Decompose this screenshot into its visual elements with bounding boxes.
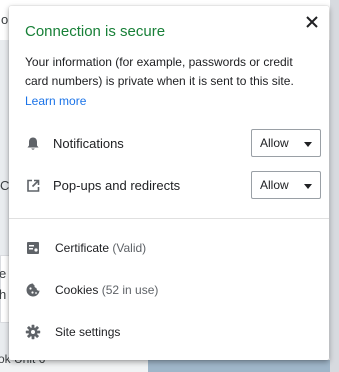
permission-row-popups: Pop-ups and redirects Allow bbox=[25, 171, 321, 201]
certificate-row[interactable]: Certificate (Valid) bbox=[25, 238, 321, 260]
site-settings-row[interactable]: Site settings bbox=[25, 322, 321, 344]
certificate-label: Certificate (Valid) bbox=[55, 241, 147, 255]
gear-icon bbox=[25, 324, 41, 340]
section-divider bbox=[9, 218, 329, 219]
popups-select[interactable]: Allow bbox=[251, 171, 321, 199]
permission-label: Notifications bbox=[53, 136, 124, 151]
page-image bbox=[148, 360, 338, 372]
close-button[interactable] bbox=[304, 14, 320, 30]
chevron-down-icon bbox=[304, 142, 312, 147]
connection-description: Your information (for example, passwords… bbox=[25, 55, 294, 88]
learn-more-link[interactable]: Learn more bbox=[25, 94, 86, 108]
cookies-count: (52 in use) bbox=[101, 283, 159, 297]
page-scroll-edge bbox=[330, 0, 339, 372]
site-settings-label: Site settings bbox=[55, 325, 121, 339]
site-info-popup: Connection is secure Your information (f… bbox=[9, 6, 329, 360]
page-fragment-text: C bbox=[0, 178, 10, 193]
notifications-select[interactable]: Allow bbox=[251, 129, 321, 157]
select-value: Allow bbox=[260, 178, 289, 192]
certificate-icon bbox=[27, 242, 39, 254]
connection-status-title: Connection is secure bbox=[25, 23, 166, 40]
cookie-icon bbox=[26, 283, 40, 297]
cookies-label: Cookies (52 in use) bbox=[55, 283, 159, 297]
chevron-down-icon bbox=[304, 184, 312, 189]
permission-row-notifications: Notifications Allow bbox=[25, 129, 321, 159]
close-icon bbox=[306, 16, 318, 28]
bell-icon bbox=[27, 137, 39, 150]
open-in-new-icon bbox=[27, 179, 40, 192]
select-value: Allow bbox=[260, 136, 289, 150]
certificate-status: (Valid) bbox=[112, 241, 147, 255]
permission-label: Pop-ups and redirects bbox=[53, 178, 181, 193]
cookies-row[interactable]: Cookies (52 in use) bbox=[25, 280, 321, 302]
